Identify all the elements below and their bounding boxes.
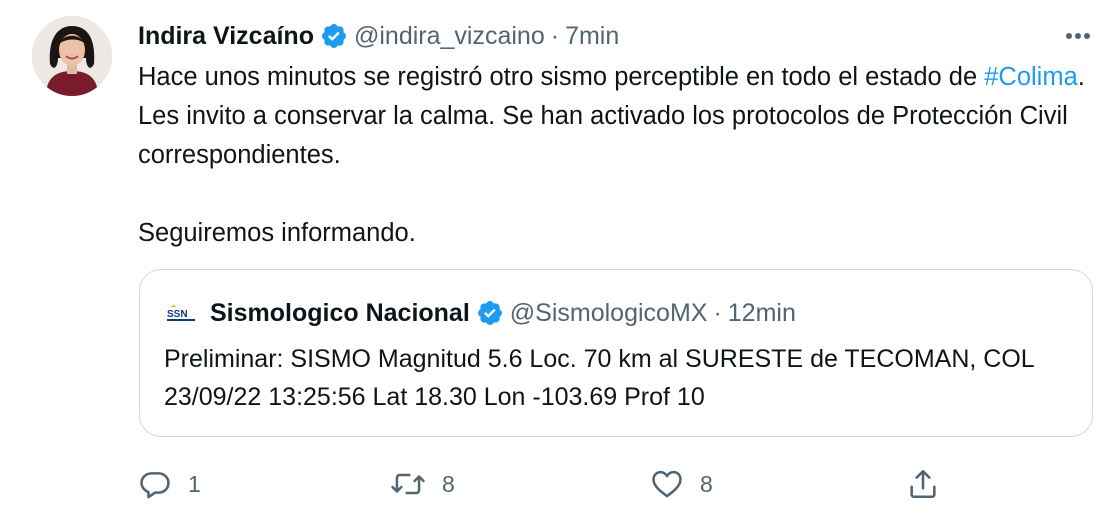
share-button[interactable] (906, 460, 940, 508)
retweet-icon (391, 473, 425, 495)
ssn-logo-text: SSN (167, 309, 188, 320)
heart-icon (652, 470, 682, 498)
quoted-tweet-text: Preliminar: SISMO Magnitud 5.6 Loc. 70 k… (164, 345, 1034, 411)
tweet-text-part: Hace unos minutos se registró otro sismo… (138, 63, 978, 91)
tweet-header: Indira Vizcaíno @indira_vizcaino · 7min (138, 16, 619, 56)
quoted-tweet-timestamp: 12min (727, 298, 796, 327)
retweet-button[interactable]: 8 (390, 460, 455, 508)
tweet-timestamp[interactable]: 7min (565, 22, 619, 51)
like-button[interactable]: 8 (650, 460, 713, 508)
ssn-logo-icon: SSN (166, 302, 196, 324)
retweet-count: 8 (442, 470, 455, 497)
avatar[interactable] (32, 16, 112, 96)
quoted-tweet[interactable]: SSN Sismologico Nacional @SismologicoMX … (139, 269, 1093, 437)
share-icon (910, 469, 936, 499)
tweet-text: Hace unos minutos se registró otro sismo… (138, 58, 1108, 253)
reply-icon (140, 472, 170, 499)
tweet-action-bar: 1 8 8 (138, 460, 948, 508)
tweet-text-closing: Seguiremos informando. (138, 219, 416, 247)
like-count: 8 (700, 470, 713, 497)
separator-dot: · (550, 21, 560, 50)
reply-button[interactable]: 1 (138, 460, 201, 508)
more-options-button[interactable] (1058, 20, 1098, 52)
verified-badge-icon (476, 299, 504, 327)
separator-dot: · (713, 298, 722, 327)
verified-badge-icon (320, 22, 348, 50)
author-handle[interactable]: @indira_vizcaino (354, 22, 545, 51)
more-horizontal-icon (1066, 33, 1090, 39)
hashtag-link[interactable]: #Colima (984, 63, 1078, 91)
profile-photo (32, 16, 112, 96)
quoted-author-handle: @SismologicoMX (509, 298, 708, 327)
author-display-name[interactable]: Indira Vizcaíno (138, 22, 314, 51)
reply-count: 1 (188, 470, 201, 497)
quoted-tweet-header: SSN Sismologico Nacional @SismologicoMX … (166, 296, 796, 330)
quoted-author-display-name: Sismologico Nacional (210, 298, 470, 327)
